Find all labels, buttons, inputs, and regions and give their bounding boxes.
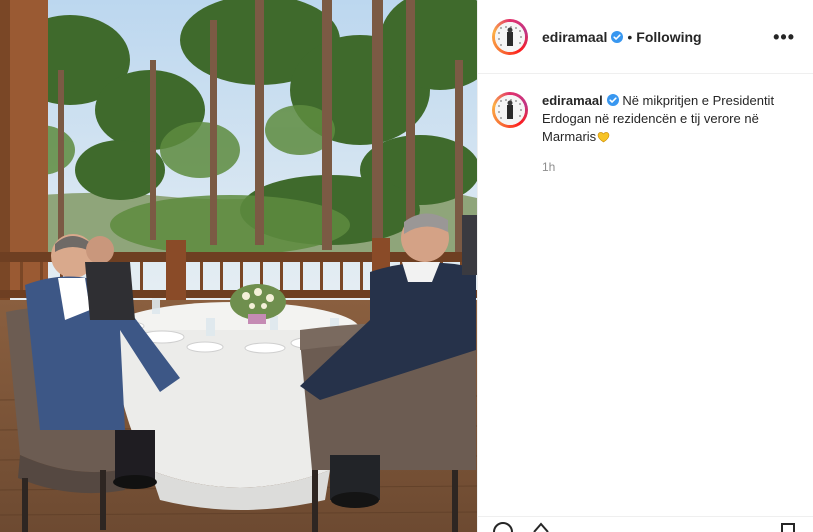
author-username[interactable]: ediramaal bbox=[542, 29, 607, 45]
caption-username[interactable]: ediramaal bbox=[542, 93, 603, 108]
post-header: ediramaal • Following ••• bbox=[478, 0, 813, 74]
photo-illustration bbox=[0, 0, 477, 532]
profile-photo-icon bbox=[495, 95, 525, 125]
post-timestamp[interactable]: 1h bbox=[542, 160, 799, 174]
post-dialog: ediramaal • Following ••• ediramaal Në m… bbox=[0, 0, 813, 532]
caption-author-avatar[interactable] bbox=[492, 92, 528, 128]
post-photo[interactable] bbox=[0, 0, 477, 532]
post-side-panel: ediramaal • Following ••• ediramaal Në m… bbox=[477, 0, 813, 532]
share-icon[interactable] bbox=[530, 522, 552, 532]
verified-badge-icon bbox=[611, 30, 624, 43]
action-bar bbox=[478, 516, 813, 532]
comments-area: ediramaal Në mikpritjen e Presidentit Er… bbox=[478, 74, 813, 174]
profile-photo-icon bbox=[495, 21, 525, 52]
more-options-button[interactable]: ••• bbox=[769, 28, 799, 46]
comment-icon[interactable] bbox=[492, 522, 514, 532]
caption: ediramaal Në mikpritjen e Presidentit Er… bbox=[492, 92, 799, 146]
yellow-heart-emoji-icon bbox=[597, 130, 610, 143]
verified-badge-icon bbox=[606, 94, 619, 106]
author-avatar[interactable] bbox=[492, 18, 528, 55]
bookmark-icon[interactable] bbox=[777, 522, 799, 532]
following-button[interactable]: Following bbox=[636, 29, 701, 45]
separator-dot: • bbox=[627, 28, 633, 45]
caption-body: ediramaal Në mikpritjen e Presidentit Er… bbox=[542, 92, 792, 146]
